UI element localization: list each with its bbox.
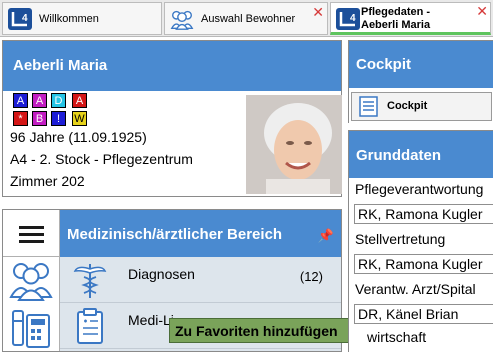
- menu-item-label: Diagnosen: [128, 266, 195, 282]
- residents-group-icon: [170, 10, 194, 30]
- menu-item-diagnosen[interactable]: Diagnosen (12): [60, 257, 341, 303]
- tab-pflegedaten-label: Pflegedaten - Aeberli Maria: [361, 6, 430, 32]
- hamburger-icon: [19, 226, 44, 229]
- stellvertretung-label: Stellvertretung: [355, 231, 446, 247]
- patient-room: Zimmer 202: [10, 173, 85, 189]
- close-icon[interactable]: ✕: [476, 4, 488, 18]
- tab-willkommen[interactable]: 4 Willkommen: [2, 2, 162, 35]
- tab-auswahl-bewohner-label: Auswahl Bewohner: [201, 13, 296, 25]
- diet-badge[interactable]: D: [51, 93, 66, 108]
- caduceus-icon: [73, 264, 107, 298]
- hamburger-icon: [19, 240, 44, 243]
- tab-auswahl-bewohner[interactable]: Auswahl Bewohner ✕: [164, 2, 328, 35]
- alert-badge[interactable]: A: [72, 93, 87, 108]
- allergy-badge[interactable]: A: [32, 93, 47, 108]
- category-icon-column: [3, 257, 60, 351]
- hamburger-menu-button[interactable]: [3, 210, 60, 257]
- tab-pflegedaten-label-line2: Aeberli Maria: [361, 19, 431, 31]
- svg-text:4: 4: [350, 13, 356, 24]
- cockpit-panel: Cockpit Cockpit: [348, 40, 493, 123]
- grunddaten-title: Grunddaten: [356, 147, 441, 164]
- tab-pflegedaten[interactable]: 4 Pflegedaten - Aeberli Maria ✕: [330, 2, 491, 35]
- wirtschaft-label: wirtschaft: [367, 329, 427, 345]
- close-icon[interactable]: ✕: [312, 5, 324, 19]
- medication-calculator-icon[interactable]: [7, 307, 55, 351]
- allergy-badge[interactable]: A: [13, 93, 28, 108]
- residents-group-icon[interactable]: [7, 257, 55, 301]
- verantw-arzt-value: DR, Känel Brian: [358, 306, 459, 322]
- tab-bar: 4 Willkommen Auswahl Bewohner ✕ 4 Pflege…: [0, 0, 493, 37]
- menu-item-label: Medi-Li: [128, 312, 174, 328]
- patient-photo: [246, 95, 342, 194]
- cockpit-title: Cockpit: [356, 56, 412, 73]
- pin-icon[interactable]: 📌: [318, 228, 334, 244]
- pflegeverantwortung-label: Pflegeverantwortung: [355, 181, 484, 197]
- tooltip-text: Zu Favoriten hinzufügen: [175, 323, 338, 339]
- resuscitation-badge[interactable]: *: [13, 111, 28, 126]
- pflegeverantwortung-value: RK, Ramona Kugler: [358, 206, 483, 222]
- grunddaten-panel: Grunddaten Pflegeverantwortung RK, Ramon…: [348, 130, 493, 352]
- patient-panel: Aeberli Maria A A D A * B ! W 96 Jahre (…: [2, 40, 342, 197]
- cockpit-button-label: Cockpit: [387, 100, 428, 112]
- document-icon: [359, 96, 378, 117]
- clipboard-icon: [77, 308, 103, 344]
- verantw-arzt-label: Verantw. Arzt/Spital: [355, 281, 476, 297]
- cockpit-button[interactable]: Cockpit: [351, 92, 492, 121]
- patient-location: A4 - 2. Stock - Pflegezentrum: [10, 151, 193, 167]
- menu-header: Medizinisch/ärztlicher Bereich 📌: [60, 210, 341, 257]
- favorites-tooltip: Zu Favoriten hinzufügen: [169, 318, 364, 343]
- app-logo-icon: 4: [8, 8, 32, 30]
- cockpit-header: Cockpit: [349, 41, 493, 88]
- tab-pflegedaten-label-line1: Pflegedaten -: [361, 6, 431, 18]
- wish-badge[interactable]: W: [72, 111, 87, 126]
- patient-name: Aeberli Maria: [13, 57, 108, 74]
- grunddaten-header: Grunddaten: [349, 131, 493, 178]
- pflegeverantwortung-field[interactable]: RK, Ramona Kugler: [354, 204, 493, 224]
- svg-text:4: 4: [22, 13, 28, 24]
- stellvertretung-field[interactable]: RK, Ramona Kugler: [354, 254, 493, 274]
- menu-title: Medizinisch/ärztlicher Bereich: [67, 226, 283, 243]
- patient-portrait-image: [246, 95, 342, 194]
- status-badge[interactable]: B: [32, 111, 47, 126]
- stellvertretung-value: RK, Ramona Kugler: [358, 256, 483, 272]
- verantw-arzt-field[interactable]: DR, Känel Brian: [354, 304, 493, 324]
- hamburger-icon: [19, 233, 44, 236]
- patient-header: Aeberli Maria: [3, 41, 341, 91]
- warning-badge[interactable]: !: [51, 111, 66, 126]
- patient-age: 96 Jahre (11.09.1925): [10, 129, 147, 145]
- tab-willkommen-label: Willkommen: [39, 13, 99, 25]
- menu-item-count: (12): [299, 269, 323, 284]
- app-logo-icon: 4: [336, 8, 360, 30]
